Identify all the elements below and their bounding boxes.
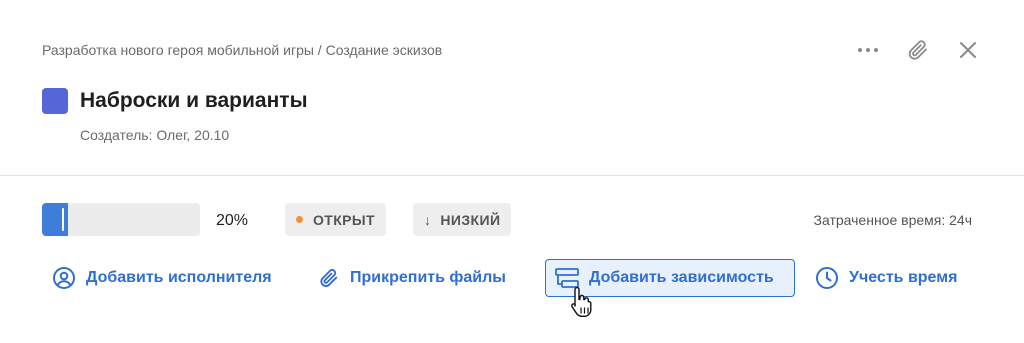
arrow-down-icon: ↓ (424, 211, 432, 228)
add-assignee-button[interactable]: Добавить исполнителя (52, 259, 272, 297)
priority-badge[interactable]: ↓ НИЗКИЙ (413, 203, 512, 236)
time-spent: Затраченное время: 24ч (813, 212, 972, 228)
divider (0, 175, 1024, 176)
progress-bar[interactable] (42, 203, 200, 236)
attach-files-label: Прикрепить файлы (350, 269, 506, 286)
status-badge[interactable]: ОТКРЫТ (285, 203, 386, 236)
add-dependency-label: Добавить зависимость (589, 269, 774, 286)
log-time-label: Учесть время (849, 269, 958, 286)
task-title[interactable]: Наброски и варианты (80, 89, 308, 113)
attach-files-button[interactable]: Прикрепить файлы (318, 259, 506, 297)
progress-fill (42, 203, 68, 236)
progress-percent: 20% (216, 212, 249, 229)
add-assignee-label: Добавить исполнителя (86, 269, 272, 286)
more-icon[interactable] (856, 36, 880, 64)
progress-handle[interactable] (62, 208, 64, 231)
dependency-icon (555, 268, 579, 288)
status-dot (296, 216, 303, 223)
task-color-square (42, 88, 68, 114)
status-label: ОТКРЫТ (313, 211, 375, 228)
log-time-button[interactable]: Учесть время (815, 259, 957, 297)
clock-icon (816, 267, 838, 289)
task-creator: Создатель: Олег, 20.10 (80, 127, 230, 143)
task-title-row: Наброски и варианты (42, 88, 308, 114)
user-circle-icon (53, 267, 75, 289)
priority-label: НИЗКИЙ (440, 211, 501, 228)
close-icon[interactable] (956, 36, 980, 64)
breadcrumb[interactable]: Разработка нового героя мобильной игры /… (42, 42, 442, 58)
header-actions (856, 36, 980, 64)
paperclip-icon (320, 269, 338, 287)
add-dependency-button[interactable]: Добавить зависимость (545, 259, 795, 297)
paperclip-icon[interactable] (906, 36, 930, 64)
